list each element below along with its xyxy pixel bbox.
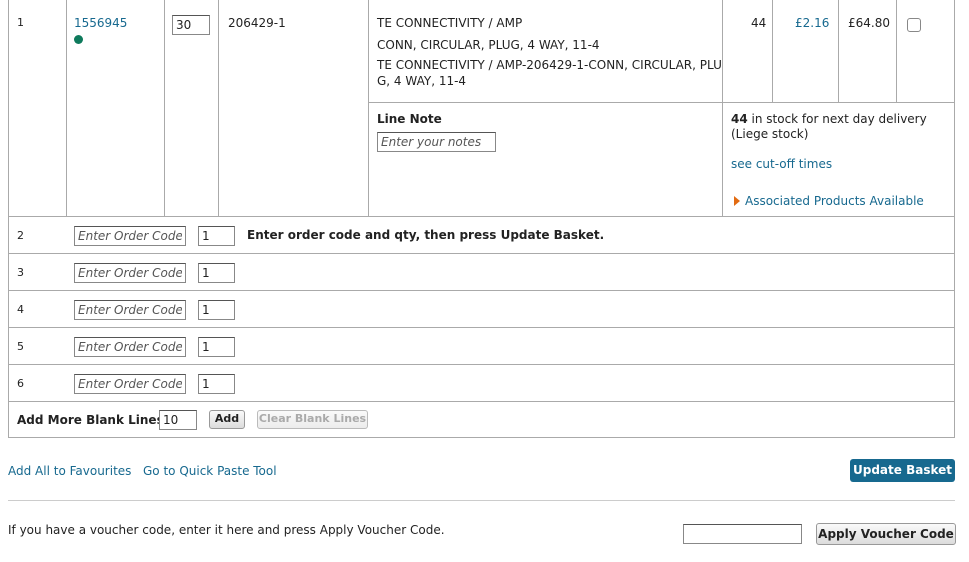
update-basket-button[interactable]: Update Basket	[850, 459, 955, 482]
order-code-link[interactable]: 1556945	[74, 16, 127, 30]
full-description-2: G, 4 WAY, 11-4	[377, 74, 467, 88]
col-divider	[164, 0, 165, 216]
row-divider	[8, 364, 955, 365]
voucher-instructions: If you have a voucher code, enter it her…	[8, 523, 445, 537]
stock-info: 44 in stock for next day delivery	[731, 112, 946, 126]
qty-input[interactable]	[172, 15, 210, 35]
stock-text: in stock for next day delivery	[747, 112, 927, 126]
line-price: £64.80	[848, 16, 890, 30]
order-code-input[interactable]	[74, 337, 186, 357]
blank-lines-count-input[interactable]	[159, 410, 197, 430]
apply-voucher-button[interactable]: Apply Voucher Code	[816, 523, 956, 545]
full-description-1: TE CONNECTIVITY / AMP-206429-1-CONN, CIR…	[377, 58, 722, 72]
line-number: 5	[17, 340, 24, 353]
qty-input[interactable]	[198, 374, 235, 394]
line-number: 3	[17, 266, 24, 279]
order-code-input[interactable]	[74, 374, 186, 394]
stock-qty: 44	[751, 16, 767, 30]
stock-count: 44	[731, 112, 748, 126]
voucher-code-input[interactable]	[683, 524, 802, 544]
expand-arrow-icon	[734, 196, 740, 206]
order-code-input[interactable]	[74, 263, 186, 283]
qty-input[interactable]	[198, 337, 235, 357]
line-number: 4	[17, 303, 24, 316]
line-number: 2	[17, 229, 24, 242]
qty-input[interactable]	[198, 263, 235, 283]
order-code-input[interactable]	[74, 300, 186, 320]
description: CONN, CIRCULAR, PLUG, 4 WAY, 11-4	[377, 38, 600, 52]
row-divider	[8, 401, 955, 402]
order-hint: Enter order code and qty, then press Upd…	[247, 228, 605, 242]
row-divider	[8, 327, 955, 328]
col-divider	[896, 0, 897, 102]
row-divider	[368, 102, 955, 103]
col-divider	[368, 0, 369, 216]
row-divider	[8, 290, 955, 291]
col-divider	[218, 0, 219, 216]
section-divider	[8, 500, 955, 501]
cutoff-times-link[interactable]: see cut-off times	[731, 157, 832, 171]
add-lines-button[interactable]: Add	[209, 410, 245, 429]
col-divider	[66, 0, 67, 216]
manufacturer: TE CONNECTIVITY / AMP	[377, 16, 523, 30]
associated-products-link[interactable]: Associated Products Available	[745, 194, 924, 208]
stock-location: (Liege stock)	[731, 127, 809, 141]
quick-paste-link[interactable]: Go to Quick Paste Tool	[143, 464, 277, 478]
unit-price: £2.16	[795, 16, 830, 30]
line-note-label: Line Note	[377, 112, 442, 126]
add-to-favourites-link[interactable]: Add All to Favourites	[8, 464, 131, 478]
qty-input[interactable]	[198, 300, 235, 320]
order-code-input[interactable]	[74, 226, 186, 246]
col-divider	[772, 0, 773, 102]
part-number: 206429-1	[228, 16, 286, 30]
add-more-label: Add More Blank Lines	[17, 413, 164, 427]
stock-status-icon	[74, 35, 83, 44]
line-note-input[interactable]	[377, 132, 496, 152]
row-divider	[8, 253, 955, 254]
qty-input[interactable]	[198, 226, 235, 246]
remove-line-checkbox[interactable]	[907, 18, 921, 32]
line-number: 6	[17, 377, 24, 390]
clear-blank-lines-button[interactable]: Clear Blank Lines	[257, 410, 368, 429]
col-divider	[722, 0, 723, 216]
row-divider	[8, 216, 955, 217]
col-divider	[838, 0, 839, 102]
line-number: 1	[17, 16, 24, 29]
